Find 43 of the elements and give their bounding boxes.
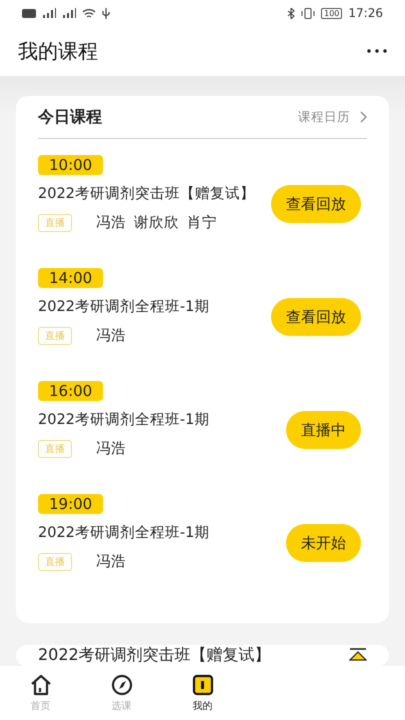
book-icon [192, 674, 214, 696]
course-title: 2022考研调剂全程班-1期 [38, 524, 210, 542]
action-button[interactable]: 直播中 [286, 411, 361, 449]
course-title: 2022考研调剂全程班-1期 [38, 298, 210, 316]
action-button[interactable]: 未开始 [286, 524, 361, 562]
time-badge: 10:00 [38, 155, 104, 175]
page-title: 我的课程 [18, 38, 98, 64]
action-button[interactable]: 查看回放 [271, 298, 361, 336]
status-time: 17:26 [348, 6, 383, 20]
battery-level: 100 [321, 8, 342, 18]
teacher-name: 冯浩 [96, 440, 126, 458]
vibrate-icon [301, 8, 316, 18]
wifi-icon [82, 8, 96, 18]
teacher-name: 肖宁 [187, 214, 217, 232]
course-title: 2022考研调剂突击班【赠复试】 [38, 184, 255, 203]
nav-tab[interactable]: 我的 [162, 666, 243, 720]
live-tag: 直播 [38, 326, 72, 344]
course-title: 2022考研调剂全程班-1期 [38, 410, 210, 429]
time-badge: 16:00 [38, 381, 104, 401]
teacher-name: 谢欣欣 [134, 214, 179, 232]
signal-icon [62, 8, 76, 18]
compass-icon [110, 674, 132, 696]
calendar-link[interactable]: 课程日历 [298, 108, 367, 126]
signal-icon [42, 8, 56, 18]
live-tag: 直播 [38, 440, 72, 458]
teacher-name: 冯浩 [96, 214, 126, 232]
action-button[interactable]: 查看回放 [271, 185, 361, 223]
teacher-name: 冯浩 [96, 553, 126, 571]
live-tag: 直播 [38, 552, 72, 570]
chevron-icon [360, 111, 367, 123]
top-icon[interactable] [349, 648, 367, 664]
bluetooth-icon [287, 8, 296, 18]
live-tag: 直播 [38, 214, 72, 232]
teacher-name: 冯浩 [96, 327, 126, 345]
section-title: 今日课程 [38, 106, 102, 128]
course-card[interactable]: 2022考研调剂突击班【赠复试】 [16, 645, 389, 666]
home-icon [30, 674, 52, 696]
usb-icon [102, 8, 110, 18]
time-badge: 14:00 [38, 268, 104, 288]
course-title: 2022考研调剂突击班【赠复试】 [38, 645, 271, 666]
time-badge: 19:00 [38, 494, 104, 514]
more-icon[interactable] [367, 49, 387, 53]
hd-icon [22, 8, 36, 18]
